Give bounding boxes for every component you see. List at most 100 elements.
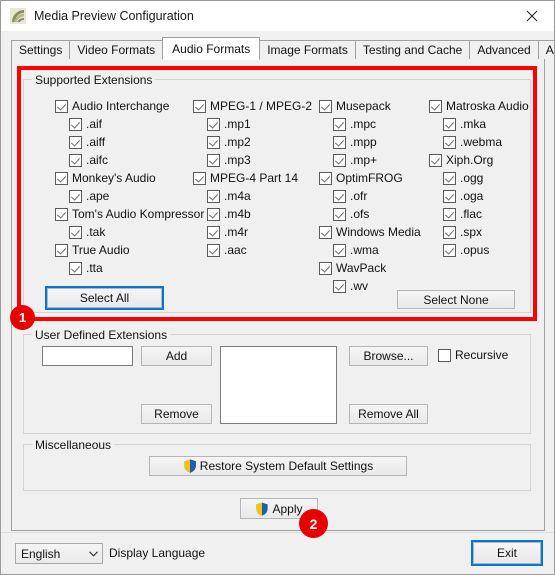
add-button[interactable]: Add xyxy=(141,346,212,366)
checkbox-box xyxy=(443,207,456,221)
checkbox-box xyxy=(207,117,220,131)
extension-checkbox-row[interactable]: .m4a xyxy=(193,187,312,205)
checkbox-box xyxy=(193,99,206,113)
checkbox-box xyxy=(333,189,346,203)
checkbox-box xyxy=(55,171,68,185)
extension-checkbox-row[interactable]: .spx xyxy=(429,223,529,241)
extension-checkbox-row[interactable]: Musepack xyxy=(319,97,421,115)
extension-checkbox-row[interactable]: .webma xyxy=(429,133,529,151)
extension-checkbox-row[interactable]: .aif xyxy=(55,115,204,133)
checkbox-box xyxy=(69,135,82,149)
extension-checkbox-row[interactable]: .ofs xyxy=(319,205,421,223)
checkbox-label: Matroska Audio xyxy=(446,99,529,113)
extension-checkbox-row[interactable]: .mp3 xyxy=(193,151,312,169)
checkbox-box xyxy=(319,171,332,185)
checkbox-box xyxy=(443,225,456,239)
user-defined-extensions-list[interactable] xyxy=(220,346,337,424)
checkbox-box xyxy=(443,117,456,131)
checkbox-label: .mka xyxy=(460,117,487,131)
extension-checkbox-row[interactable]: OptimFROG xyxy=(319,169,421,187)
checkbox-box xyxy=(429,153,442,167)
checkbox-label: OptimFROG xyxy=(336,171,403,185)
browse-button[interactable]: Browse... xyxy=(349,346,428,366)
tab-image-formats[interactable]: Image Formats xyxy=(259,40,356,59)
extension-checkbox-row[interactable]: Tom's Audio Kompressor xyxy=(55,205,204,223)
user-defined-extension-input[interactable] xyxy=(42,346,133,366)
extension-checkbox-row[interactable]: Xiph.Org xyxy=(429,151,529,169)
checkbox-label: .wma xyxy=(350,243,379,257)
checkbox-box xyxy=(319,225,332,239)
tab-about[interactable]: About... xyxy=(537,40,554,59)
checkbox-box xyxy=(443,135,456,149)
extension-checkbox-row[interactable]: Audio Interchange xyxy=(55,97,204,115)
checkbox-label: .aifc xyxy=(86,153,109,167)
extension-checkbox-row[interactable]: .oga xyxy=(429,187,529,205)
extension-checkbox-row[interactable]: .aifc xyxy=(55,151,204,169)
extension-checkbox-row[interactable]: .tak xyxy=(55,223,204,241)
tab-video-formats[interactable]: Video Formats xyxy=(69,40,164,59)
extension-checkbox-row[interactable]: WavPack xyxy=(319,259,421,277)
extension-checkbox-row[interactable]: .mp+ xyxy=(319,151,421,169)
checkbox-label: .m4b xyxy=(224,207,251,221)
checkbox-box xyxy=(207,153,220,167)
uac-shield-icon xyxy=(255,502,269,516)
extension-checkbox-row[interactable]: .wma xyxy=(319,241,421,259)
extension-checkbox-row[interactable]: .aac xyxy=(193,241,312,259)
extension-checkbox-row[interactable]: .opus xyxy=(429,241,529,259)
display-language-select[interactable]: English xyxy=(15,543,103,564)
extension-checkbox-row[interactable]: True Audio xyxy=(55,241,204,259)
extension-checkbox-row[interactable]: Matroska Audio xyxy=(429,97,529,115)
checkbox-label: .m4r xyxy=(224,225,248,239)
tab-audio-formats[interactable]: Audio Formats xyxy=(162,37,261,60)
remove-all-button[interactable]: Remove All xyxy=(349,404,428,424)
user-defined-extensions-title: User Defined Extensions xyxy=(32,328,171,342)
extension-checkbox-row[interactable]: MPEG-4 Part 14 xyxy=(193,169,312,187)
checkbox-box xyxy=(69,261,82,275)
tab-advanced[interactable]: Advanced xyxy=(469,40,539,59)
extension-checkbox-row[interactable]: MPEG-1 / MPEG-2 xyxy=(193,97,312,115)
checkbox-label: WavPack xyxy=(336,261,387,275)
media-preview-configuration-window: Media Preview Configuration Settings Vid… xyxy=(0,0,555,575)
extension-checkbox-row[interactable]: .m4r xyxy=(193,223,312,241)
extension-checkbox-row[interactable]: .mka xyxy=(429,115,529,133)
extension-checkbox-row[interactable]: .mp2 xyxy=(193,133,312,151)
miscellaneous-title: Miscellaneous xyxy=(32,438,115,452)
tab-settings[interactable]: Settings xyxy=(11,40,71,59)
checkbox-box xyxy=(333,243,346,257)
select-none-button[interactable]: Select None xyxy=(397,290,515,309)
checkbox-label: .spx xyxy=(460,225,483,239)
extension-checkbox-row[interactable]: .ape xyxy=(55,187,204,205)
extension-checkbox-row[interactable]: Windows Media xyxy=(319,223,421,241)
exit-button[interactable]: Exit xyxy=(471,540,543,566)
tab-strip: Settings Video Formats Audio Formats Ima… xyxy=(11,37,554,60)
select-all-button[interactable]: Select All xyxy=(45,286,164,310)
checkbox-label: .mp3 xyxy=(224,153,251,167)
checkbox-label: .m4a xyxy=(224,189,251,203)
chevron-down-icon xyxy=(84,550,102,557)
checkbox-label: .mp1 xyxy=(224,117,251,131)
tab-testing-and-cache[interactable]: Testing and Cache xyxy=(354,40,471,59)
extension-checkbox-row[interactable]: .ogg xyxy=(429,169,529,187)
recursive-checkbox[interactable]: Recursive xyxy=(438,348,508,362)
restore-system-default-settings-button[interactable]: Restore System Default Settings xyxy=(149,456,407,476)
extension-checkbox-row[interactable]: Monkey's Audio xyxy=(55,169,204,187)
checkbox-label: Audio Interchange xyxy=(72,99,170,113)
extension-column-1: Audio Interchange .aif .aiff .aifc Monkey's … xyxy=(55,97,204,277)
extension-checkbox-row[interactable]: .flac xyxy=(429,205,529,223)
extension-checkbox-row[interactable]: .tta xyxy=(55,259,204,277)
checkbox-label: Xiph.Org xyxy=(446,153,494,167)
uac-shield-icon xyxy=(183,459,197,473)
extension-checkbox-row[interactable]: .mpp xyxy=(319,133,421,151)
extension-checkbox-row[interactable]: .m4b xyxy=(193,205,312,223)
apply-button-label: Apply xyxy=(272,501,303,516)
close-icon[interactable] xyxy=(509,1,554,31)
extension-checkbox-row[interactable]: .mpc xyxy=(319,115,421,133)
checkbox-label: .tak xyxy=(86,225,106,239)
checkbox-box xyxy=(333,279,346,293)
extension-checkbox-row[interactable]: .ofr xyxy=(319,187,421,205)
extension-checkbox-row[interactable]: .mp1 xyxy=(193,115,312,133)
extension-checkbox-row[interactable]: .aiff xyxy=(55,133,204,151)
remove-button[interactable]: Remove xyxy=(141,404,212,424)
checkbox-box xyxy=(207,135,220,149)
annotation-badge-2: 2 xyxy=(299,509,328,538)
